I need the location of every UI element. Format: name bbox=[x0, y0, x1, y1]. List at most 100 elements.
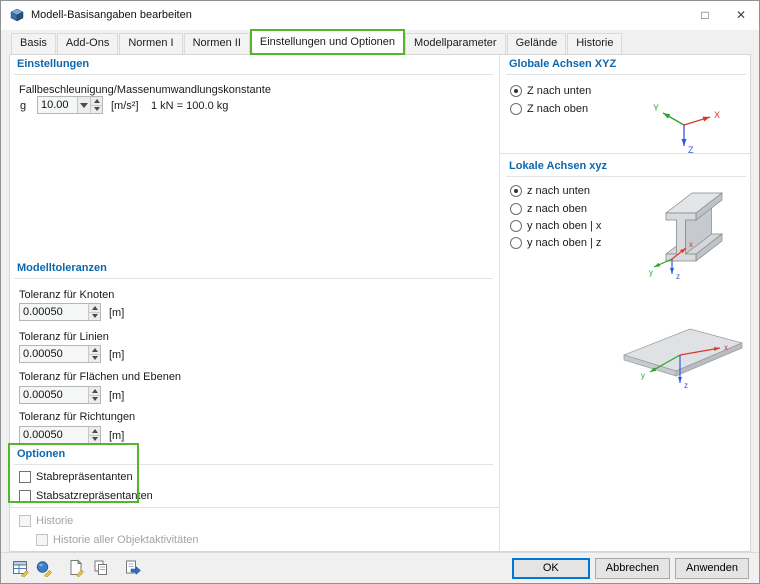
member-section-graphic: x y z bbox=[649, 192, 724, 281]
global-x-axis-label: X bbox=[714, 110, 720, 120]
local-y-up-z-radio[interactable]: y nach oben | z bbox=[510, 236, 601, 250]
divider bbox=[500, 153, 750, 154]
checkbox-label: Stabrepräsentanten bbox=[36, 471, 133, 483]
unit-label: [m] bbox=[109, 349, 125, 361]
right-pane: Globale Achsen XYZ Z nach unten Z nach o… bbox=[499, 55, 750, 551]
tolerance-knoten-input[interactable] bbox=[20, 304, 88, 320]
checkbox-box[interactable] bbox=[19, 490, 31, 502]
radio-circle[interactable] bbox=[510, 85, 522, 97]
global-axes-graphic: X Y Z bbox=[653, 103, 720, 155]
surface-z-axis-label: z bbox=[684, 381, 688, 390]
dialog-content: Einstellungen Fallbeschleunigung/Massenu… bbox=[8, 54, 751, 552]
radio-circle[interactable] bbox=[510, 185, 522, 197]
dialog-window: Modell-Basisangaben bearbeiten □ ✕ Basis… bbox=[0, 0, 760, 584]
close-button[interactable]: ✕ bbox=[723, 1, 759, 30]
member-y-axis-label: y bbox=[649, 268, 653, 277]
spin-down-icon[interactable] bbox=[89, 353, 100, 362]
local-z-down-radio[interactable]: z nach unten bbox=[510, 184, 590, 198]
surface-x-axis-label: x bbox=[724, 343, 728, 352]
tab-normen-1[interactable]: Normen I bbox=[119, 33, 183, 54]
tolerance-flaechen-input[interactable] bbox=[20, 387, 88, 403]
left-pane: Einstellungen Fallbeschleunigung/Massenu… bbox=[10, 55, 499, 551]
historie-aller-objektaktivitaeten-checkbox: Historie aller Objektaktivitäten bbox=[36, 533, 199, 547]
spinner bbox=[88, 427, 100, 443]
global-z-down-radio[interactable]: Z nach unten bbox=[510, 84, 591, 98]
spin-up-icon[interactable] bbox=[89, 387, 100, 395]
spin-up-icon[interactable] bbox=[91, 97, 102, 105]
gravity-spinner bbox=[90, 97, 102, 113]
global-axes-section-title: Globale Achsen XYZ bbox=[506, 57, 746, 75]
tolerance-knoten-label: Toleranz für Knoten bbox=[19, 289, 115, 301]
gravity-input[interactable] bbox=[38, 97, 77, 113]
tolerance-linien-label: Toleranz für Linien bbox=[19, 331, 109, 343]
checkbox-box bbox=[19, 515, 31, 527]
footer-buttons: OK Abbrechen Anwenden bbox=[511, 557, 749, 579]
tolerance-richtungen-input[interactable] bbox=[20, 427, 88, 443]
local-axes-section-title: Lokale Achsen xyz bbox=[506, 159, 746, 177]
app-icon bbox=[10, 8, 24, 22]
tab-add-ons[interactable]: Add-Ons bbox=[56, 33, 119, 54]
checkbox-label: Stabsatzrepräsentanten bbox=[36, 490, 153, 502]
spin-up-icon[interactable] bbox=[89, 304, 100, 312]
tab-normen-2[interactable]: Normen II bbox=[183, 33, 250, 54]
tolerance-richtungen-label: Toleranz für Richtungen bbox=[19, 411, 136, 423]
units-decimals-icon[interactable] bbox=[11, 558, 31, 578]
tab-einstellungen-und-optionen[interactable]: Einstellungen und Optionen bbox=[249, 29, 406, 55]
tab-historie[interactable]: Historie bbox=[567, 33, 623, 54]
tab-basis[interactable]: Basis bbox=[11, 33, 56, 54]
tolerances-section-title: Modelltoleranzen bbox=[14, 261, 493, 279]
tolerance-richtungen-field bbox=[19, 426, 101, 444]
radio-label: Z nach oben bbox=[527, 103, 589, 115]
radio-circle[interactable] bbox=[510, 203, 522, 215]
spin-up-icon[interactable] bbox=[89, 346, 100, 354]
spin-down-icon[interactable] bbox=[91, 104, 102, 113]
surface-section-graphic: x y z bbox=[622, 328, 744, 390]
window-title: Modell-Basisangaben bearbeiten bbox=[31, 9, 192, 21]
tolerance-linien-input[interactable] bbox=[20, 346, 88, 362]
surface-y-axis-label: y bbox=[641, 371, 645, 380]
spin-down-icon[interactable] bbox=[89, 311, 100, 320]
radio-label: z nach unten bbox=[527, 185, 590, 197]
member-z-axis-label: z bbox=[676, 272, 680, 281]
tolerance-linien-field bbox=[19, 345, 101, 363]
historie-checkbox: Historie bbox=[19, 514, 73, 528]
unit-label: [m] bbox=[109, 390, 125, 402]
g-symbol-label: g bbox=[20, 100, 27, 112]
gravity-dropdown-arrow-icon[interactable] bbox=[77, 97, 90, 113]
radio-circle[interactable] bbox=[510, 220, 522, 232]
ok-button[interactable]: OK bbox=[511, 557, 590, 579]
comment-icon[interactable] bbox=[35, 558, 55, 578]
options-section-title: Optionen bbox=[14, 447, 493, 465]
copy-icon[interactable] bbox=[91, 558, 111, 578]
stabsatzrepraesentanten-checkbox[interactable]: Stabsatzrepräsentanten bbox=[19, 489, 153, 503]
checkbox-box[interactable] bbox=[19, 471, 31, 483]
maximize-button[interactable]: □ bbox=[687, 1, 723, 30]
edit-page-icon[interactable] bbox=[67, 558, 87, 578]
local-y-up-x-radio[interactable]: y nach oben | x bbox=[510, 219, 601, 233]
checkbox-label: Historie bbox=[36, 515, 74, 527]
tab-gelaende[interactable]: Gelände bbox=[506, 33, 567, 54]
tab-modellparameter[interactable]: Modellparameter bbox=[405, 33, 506, 54]
tolerance-knoten-field bbox=[19, 303, 101, 321]
radio-circle[interactable] bbox=[510, 103, 522, 115]
local-z-up-radio[interactable]: z nach oben bbox=[510, 202, 587, 216]
tolerance-flaechen-field bbox=[19, 386, 101, 404]
divider bbox=[10, 507, 499, 508]
paste-icon[interactable] bbox=[123, 558, 143, 578]
radio-circle[interactable] bbox=[510, 237, 522, 249]
spinner bbox=[88, 387, 100, 403]
apply-button[interactable]: Anwenden bbox=[675, 557, 749, 579]
global-z-up-radio[interactable]: Z nach oben bbox=[510, 102, 588, 116]
global-y-axis-label: Y bbox=[653, 103, 659, 113]
settings-section-title: Einstellungen bbox=[14, 57, 493, 75]
conversion-note: 1 kN = 100.0 kg bbox=[151, 100, 229, 112]
spin-down-icon[interactable] bbox=[89, 394, 100, 403]
footer-toolbar bbox=[11, 558, 143, 578]
radio-label: z nach oben bbox=[527, 203, 587, 215]
member-x-axis-label: x bbox=[689, 240, 693, 249]
spin-down-icon[interactable] bbox=[89, 434, 100, 443]
footer-bar: OK Abbrechen Anwenden bbox=[1, 552, 759, 583]
cancel-button[interactable]: Abbrechen bbox=[594, 557, 670, 579]
spin-up-icon[interactable] bbox=[89, 427, 100, 435]
stabrepraesentanten-checkbox[interactable]: Stabrepräsentanten bbox=[19, 470, 133, 484]
